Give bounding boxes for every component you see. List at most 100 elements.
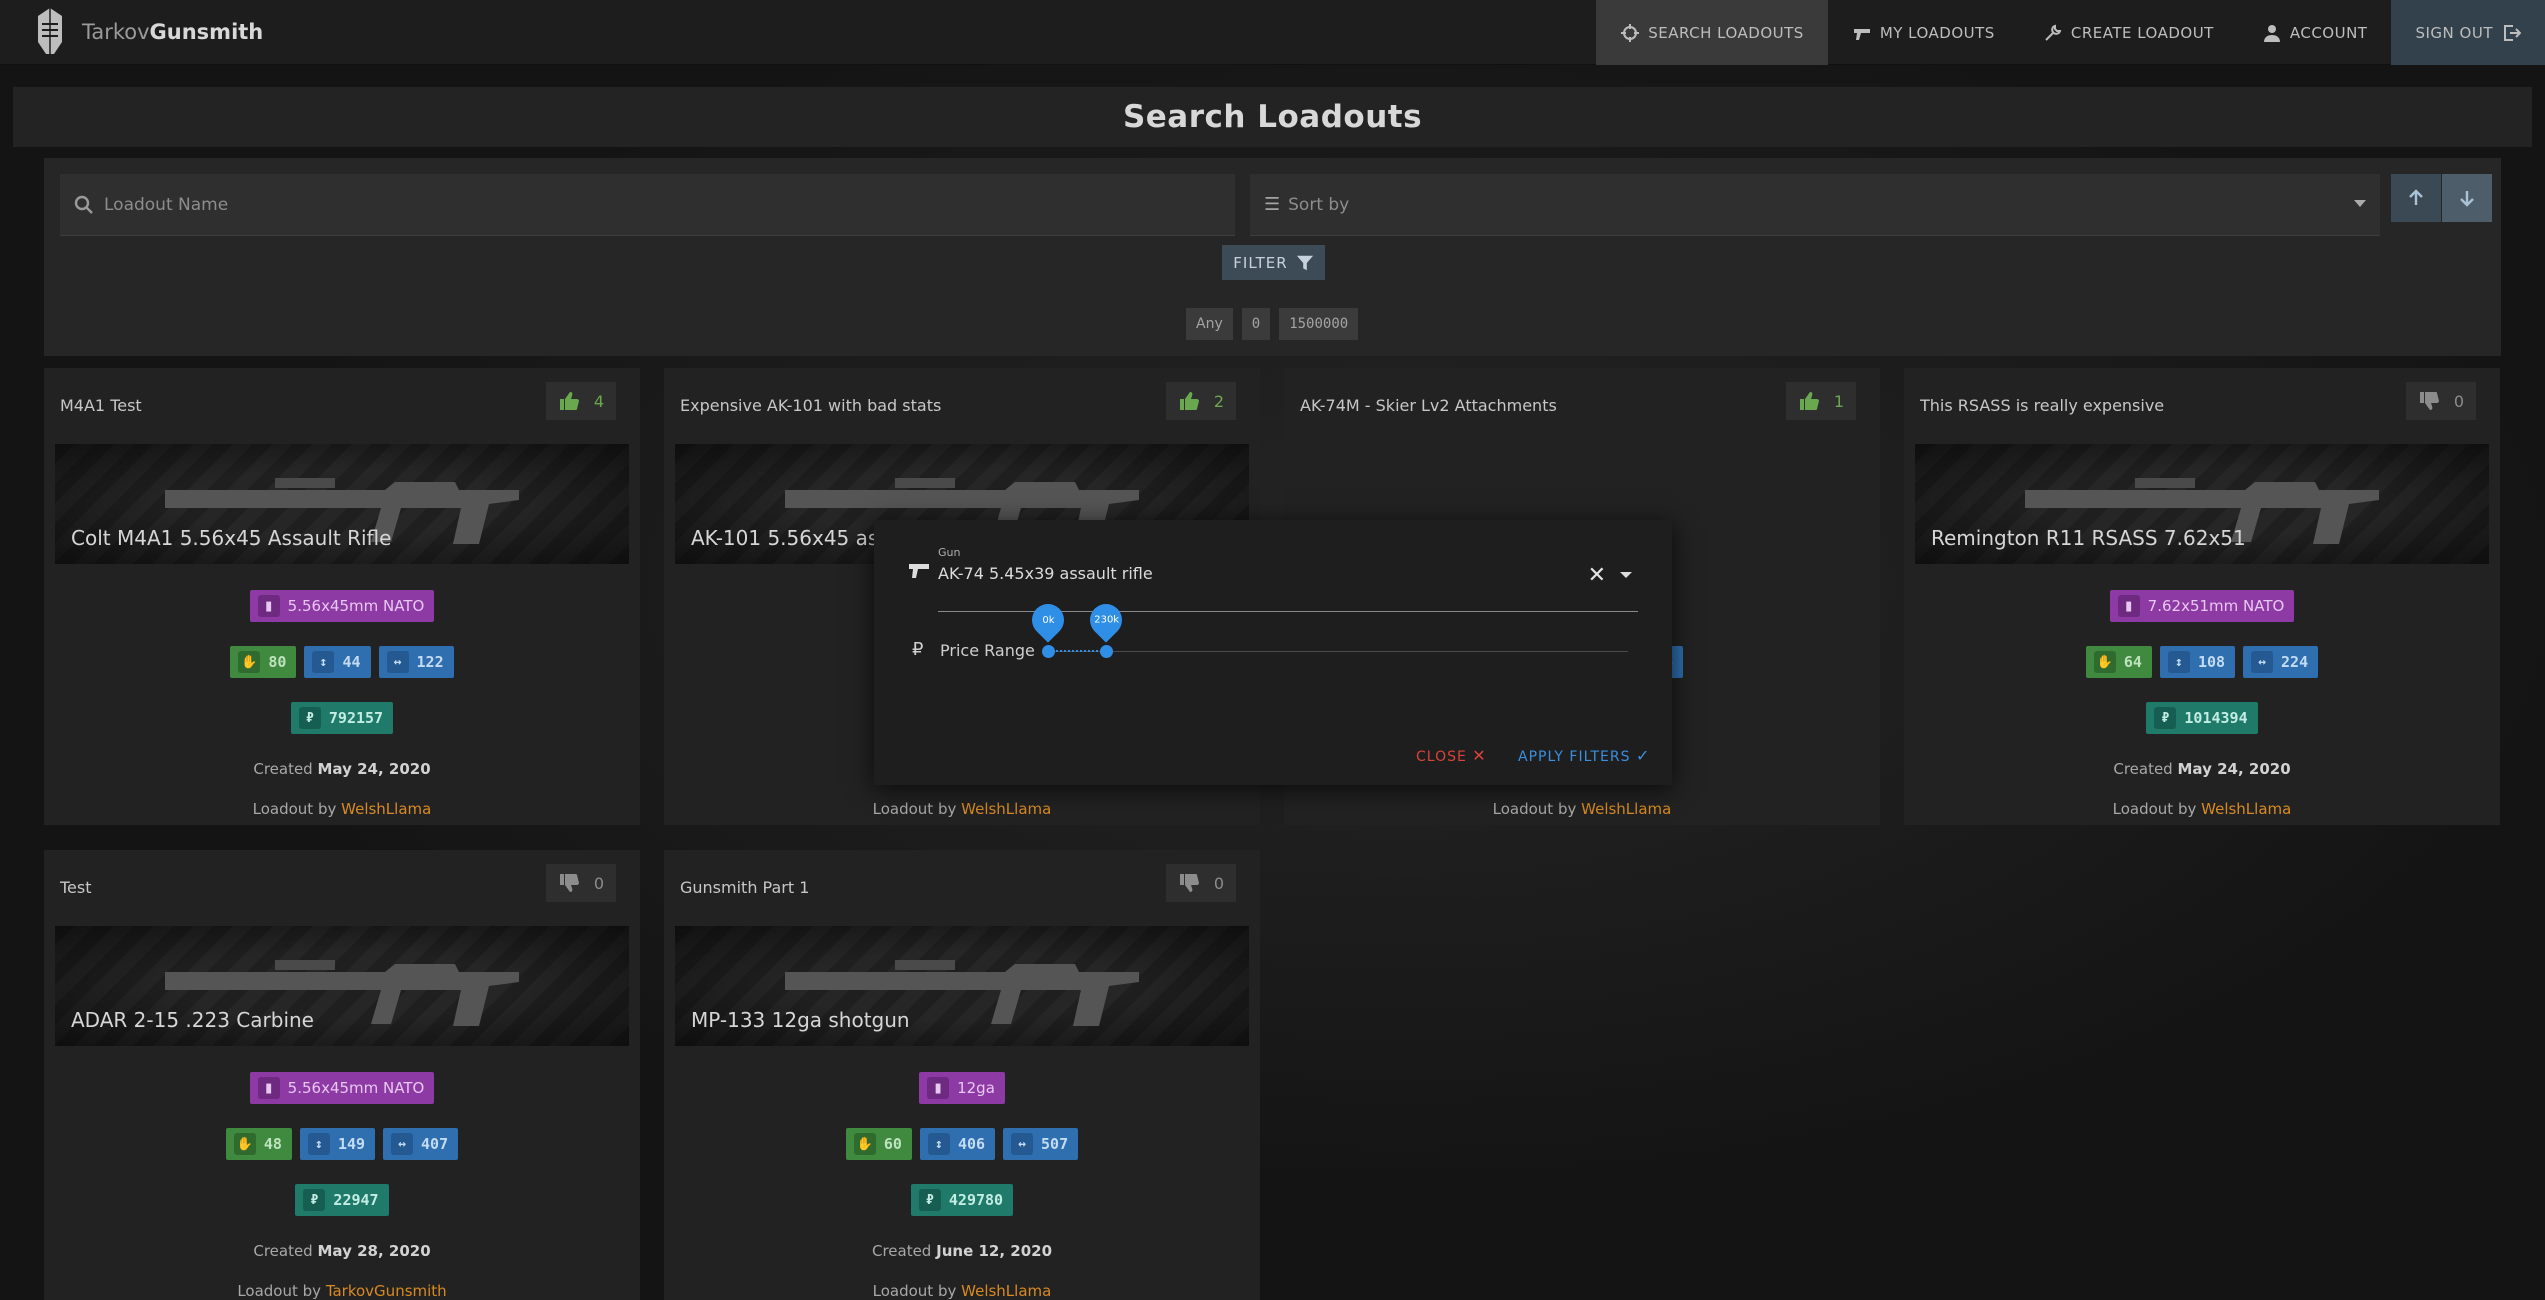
apply-filters-button[interactable]: APPLY FILTERS ✓ — [1518, 746, 1650, 765]
loadout-name-input[interactable] — [104, 194, 1204, 215]
gun-name: Remington R11 RSASS 7.62x51 — [1931, 526, 2246, 550]
loadout-card[interactable]: M4A1 Test 4 Colt M4A1 5.56x45 Assault Rif… — [44, 368, 640, 825]
vertical-recoil-badge: ↕ 149 — [299, 1128, 376, 1160]
author-link[interactable]: WelshLlama — [341, 800, 431, 818]
author-link[interactable]: WelshLlama — [2201, 800, 2291, 818]
search-icon — [74, 195, 93, 214]
horizontal-recoil-icon: ↔ — [386, 651, 409, 673]
vote-button[interactable]: 1 — [1785, 382, 1856, 420]
vote-button[interactable]: 0 — [545, 864, 616, 902]
horizontal-recoil-icon: ↔ — [2251, 651, 2274, 673]
card-title[interactable]: AK-74M - Skier Lv2 Attachments — [1300, 396, 1557, 415]
horizontal-recoil-icon: ↔ — [1011, 1133, 1034, 1155]
price-range-label: Price Range — [940, 641, 1035, 660]
search-panel: ☰ Sort by FILTER Any 0 1500000 — [44, 158, 2501, 356]
card-title[interactable]: Test — [60, 878, 92, 897]
thumbs-up-icon — [1179, 392, 1199, 410]
arrow-down-icon — [2460, 191, 2474, 207]
card-title[interactable]: Expensive AK-101 with bad stats — [680, 396, 941, 415]
vote-count: 2 — [1213, 391, 1224, 411]
sort-icon: ☰ — [1264, 194, 1281, 215]
gun-preview[interactable]: Remington R11 RSASS 7.62x51 — [1915, 444, 2489, 564]
thumbs-up-icon — [559, 392, 579, 410]
author-link[interactable]: WelshLlama — [961, 1282, 1051, 1300]
gun-select[interactable]: Gun AK-74 5.45x39 assault rifle ✕ — [938, 546, 1638, 612]
gun-name: Colt M4A1 5.56x45 Assault Rifle — [71, 526, 392, 550]
nav-search-loadouts[interactable]: SEARCH LOADOUTS — [1596, 0, 1828, 65]
slider-min-thumb[interactable] — [1042, 645, 1055, 658]
loadout-card[interactable]: This RSASS is really expensive 0 Remingto… — [1904, 368, 2500, 825]
gun-field-label: Gun — [938, 546, 961, 559]
bullet-icon: ▮ — [257, 595, 280, 617]
loadout-card[interactable]: Gunsmith Part 1 0 MP-133 12ga shotgun ▮ 12g… — [664, 850, 1260, 1300]
ammo-badge: ▮ 7.62x51mm NATO — [2109, 590, 2295, 622]
author-link[interactable]: WelshLlama — [961, 800, 1051, 818]
nav-account[interactable]: ACCOUNT — [2238, 0, 2392, 65]
ruble-icon: ₽ — [298, 707, 321, 729]
loadout-author: Loadout by WelshLlama — [872, 1282, 1052, 1300]
vote-count: 0 — [2453, 391, 2464, 411]
sort-descending-button[interactable] — [2442, 174, 2492, 222]
user-icon — [2263, 24, 2280, 42]
horizontal-recoil-icon: ↔ — [391, 1133, 414, 1155]
check-icon: ✓ — [1635, 746, 1651, 765]
filter-dialog: Gun AK-74 5.45x39 assault rifle ✕ ₽ Pric… — [874, 520, 1672, 785]
close-button[interactable]: CLOSE ✕ — [1416, 746, 1487, 765]
created-date: Created May 24, 2020 — [253, 760, 431, 778]
crosshair-icon — [1621, 23, 1640, 42]
gun-name: MP-133 12ga shotgun — [691, 1008, 910, 1032]
vertical-recoil-badge: ↕ 406 — [919, 1128, 996, 1160]
ruble-icon: ₽ — [303, 1189, 326, 1211]
ergonomics-badge: ✋ 60 — [845, 1128, 912, 1160]
close-icon: ✕ — [1472, 746, 1487, 765]
price-badge: ₽792157 — [290, 702, 394, 734]
author-link[interactable]: TarkovGunsmith — [326, 1282, 447, 1300]
gun-preview[interactable]: Colt M4A1 5.56x45 Assault Rifle — [55, 444, 629, 564]
thumbs-up-icon — [1799, 392, 1819, 410]
hand-icon: ✋ — [233, 1133, 256, 1155]
filter-chip-max-price[interactable]: 1500000 — [1279, 308, 1359, 340]
gun-name: ADAR 2-15 .223 Carbine — [71, 1008, 314, 1032]
card-title[interactable]: This RSASS is really expensive — [1920, 396, 2164, 415]
gun-preview[interactable]: MP-133 12ga shotgun — [675, 926, 1249, 1046]
brand-logo-link[interactable]: TarkovGunsmith — [32, 0, 263, 65]
loadout-card[interactable]: Test 0 ADAR 2-15 .223 Carbine ▮ 5.56x45mm N… — [44, 850, 640, 1300]
loadout-author: Loadout by WelshLlama — [872, 800, 1052, 818]
slider-max-thumb[interactable] — [1100, 645, 1113, 658]
author-link[interactable]: WelshLlama — [1581, 800, 1671, 818]
ruble-icon: ₽ — [918, 1189, 941, 1211]
thumbs-down-icon — [1179, 874, 1199, 892]
price-badge: ₽1014394 — [2146, 702, 2258, 734]
loadout-author: Loadout by TarkovGunsmith — [237, 1282, 447, 1300]
chevron-down-icon[interactable] — [1620, 572, 1632, 578]
ruble-icon: ₽ — [2154, 707, 2177, 729]
clear-gun-button[interactable]: ✕ — [1588, 563, 1606, 588]
ergonomics-badge: ✋ 64 — [2085, 646, 2152, 678]
card-title[interactable]: M4A1 Test — [60, 396, 142, 415]
card-title[interactable]: Gunsmith Part 1 — [680, 878, 809, 897]
gun-preview[interactable]: ADAR 2-15 .223 Carbine — [55, 926, 629, 1046]
brand-name: TarkovGunsmith — [82, 20, 264, 44]
nav-my-loadouts[interactable]: MY LOADOUTS — [1828, 0, 2019, 65]
nav-create-loadout[interactable]: CREATE LOADOUT — [2019, 0, 2238, 65]
price-range-fill — [1048, 650, 1106, 652]
hand-icon: ✋ — [238, 651, 261, 673]
vote-button[interactable]: 2 — [1165, 382, 1236, 420]
sort-ascending-button[interactable] — [2391, 174, 2441, 222]
vote-button[interactable]: 0 — [2405, 382, 2476, 420]
filter-icon — [1296, 255, 1313, 270]
horizontal-recoil-badge: ↔ 407 — [383, 1128, 459, 1160]
vote-button[interactable]: 4 — [545, 382, 616, 420]
vote-count: 0 — [1213, 873, 1224, 893]
nav-sign-out[interactable]: SIGN OUT — [2391, 0, 2545, 65]
sort-by-select[interactable]: ☰ Sort by — [1250, 174, 2380, 236]
filter-button[interactable]: FILTER — [1222, 245, 1325, 280]
arrow-up-icon — [2409, 189, 2423, 205]
ammo-badge: ▮ 5.56x45mm NATO — [249, 590, 435, 622]
search-field[interactable] — [60, 174, 1235, 236]
price-range-track[interactable] — [1048, 651, 1628, 652]
gun-name: AK-101 5.56x45 assa — [691, 526, 901, 550]
vote-button[interactable]: 0 — [1165, 864, 1236, 902]
filter-chip-min-price[interactable]: 0 — [1241, 308, 1271, 340]
filter-chip-gun[interactable]: Any — [1186, 308, 1233, 340]
